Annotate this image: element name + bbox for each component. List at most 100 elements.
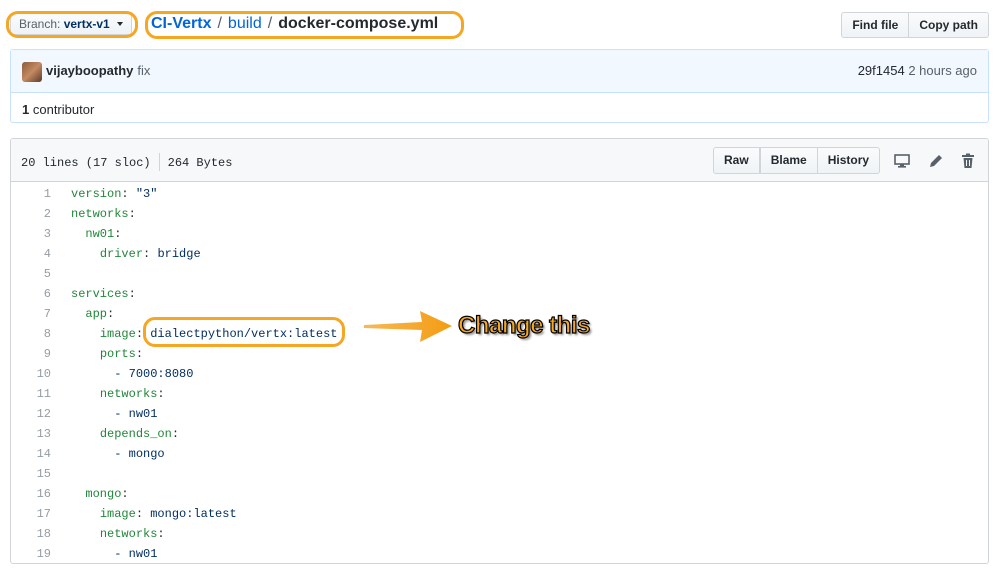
line-content: depends_on: <box>71 424 179 444</box>
copy-path-button[interactable]: Copy path <box>908 12 989 38</box>
pencil-icon[interactable] <box>927 152 945 170</box>
breadcrumb-folder-link[interactable]: build <box>228 15 262 32</box>
yaml-value: - mongo <box>114 447 165 461</box>
branch-name: vertx-v1 <box>63 17 110 31</box>
branch-label: Branch: <box>19 17 61 31</box>
line-number[interactable]: 16 <box>11 484 51 504</box>
line-number[interactable]: 12 <box>11 404 51 424</box>
line-number[interactable]: 19 <box>11 544 51 563</box>
find-file-button[interactable]: Find file <box>841 12 910 38</box>
line-number[interactable]: 11 <box>11 384 51 404</box>
commit-message-link[interactable]: fix <box>137 63 150 78</box>
commit-author-link[interactable]: vijayboopathy <box>46 63 133 78</box>
code-line: 9 ports: <box>11 344 988 364</box>
line-number[interactable]: 9 <box>11 344 51 364</box>
yaml-key: nw01 <box>85 227 115 241</box>
commit-sha-link[interactable]: 29f1454 <box>858 63 905 78</box>
yaml-key: driver <box>99 247 144 261</box>
line-content: version: "3" <box>71 184 157 204</box>
code-line: 2 networks: <box>11 204 988 224</box>
file-viewer: 20 lines (17 sloc) 264 Bytes Raw Blame Hi… <box>10 138 989 564</box>
line-content: app: <box>71 304 114 324</box>
blame-button[interactable]: Blame <box>759 147 818 174</box>
file-line-count: 20 lines (17 sloc) <box>21 156 151 170</box>
file-size: 264 Bytes <box>167 156 233 170</box>
desktop-icon[interactable] <box>893 152 911 170</box>
line-number[interactable]: 1 <box>11 184 51 204</box>
line-number[interactable]: 3 <box>11 224 51 244</box>
line-content: networks: <box>71 204 136 224</box>
code-line: 11 networks: <box>11 384 988 404</box>
yaml-key: image <box>99 327 136 341</box>
line-content: image: mongo:latest <box>71 504 237 524</box>
file-view-buttons: Raw Blame History <box>713 147 881 174</box>
latest-commit-row: vijayboopathy fix 29f1454 2 hours ago <box>11 50 988 93</box>
yaml-separator: : <box>157 387 165 401</box>
code-line: 6 services: <box>11 284 988 304</box>
yaml-separator: : <box>114 227 122 241</box>
code-line: 17 image: mongo:latest <box>11 504 988 524</box>
code-line: 3 nw01: <box>11 224 988 244</box>
yaml-key: mongo <box>85 487 122 501</box>
annotation-arrow-icon <box>364 311 452 342</box>
yaml-key: app <box>85 307 108 321</box>
branch-selector-button[interactable]: Branch: vertx-v1 <box>10 13 133 35</box>
line-number[interactable]: 2 <box>11 204 51 224</box>
yaml-key: depends_on <box>99 427 172 441</box>
yaml-separator: : <box>171 427 180 441</box>
breadcrumb: CI-Vertx / build / docker-compose.yml <box>151 13 438 35</box>
line-number[interactable]: 18 <box>11 524 51 544</box>
line-content: - 7000:8080 <box>71 364 193 384</box>
commit-tease: vijayboopathy fix 29f1454 2 hours ago 1 c… <box>10 49 989 123</box>
yaml-separator: : <box>135 507 151 521</box>
contributors-label: contributor <box>32 102 95 117</box>
code-line: 14 - mongo <box>11 444 988 464</box>
code-line: 16 mongo: <box>11 484 988 504</box>
yaml-separator: : <box>107 307 115 321</box>
code-line: 15 <box>11 464 988 484</box>
divider <box>158 153 160 171</box>
breadcrumb-separator: / <box>267 15 273 32</box>
line-number[interactable]: 10 <box>11 364 51 384</box>
yaml-value: - nw01 <box>114 407 158 421</box>
yaml-key: networks <box>99 387 158 401</box>
line-number[interactable]: 13 <box>11 424 51 444</box>
line-number[interactable]: 15 <box>11 464 51 484</box>
line-content: - nw01 <box>71 404 157 424</box>
line-number[interactable]: 7 <box>11 304 51 324</box>
trash-icon[interactable] <box>959 152 977 170</box>
line-number[interactable]: 4 <box>11 244 51 264</box>
yaml-key: networks <box>99 527 158 541</box>
yaml-key: networks <box>71 207 129 221</box>
breadcrumb-repo-link[interactable]: CI-Vertx <box>151 15 211 32</box>
avatar[interactable] <box>22 62 42 82</box>
contributors-summary[interactable]: 1 contributor <box>11 93 988 126</box>
history-button[interactable]: History <box>816 147 881 174</box>
line-content: networks: <box>71 384 165 404</box>
yaml-separator: : <box>128 287 136 301</box>
line-content: image: dialectpython/vertx:latest <box>71 324 338 344</box>
raw-button[interactable]: Raw <box>713 147 760 174</box>
line-number[interactable]: 17 <box>11 504 51 524</box>
annotation-callout-text: Change this <box>457 311 591 339</box>
line-number[interactable]: 6 <box>11 284 51 304</box>
yaml-key: image <box>99 507 136 521</box>
breadcrumb-separator: / <box>217 15 222 32</box>
code-line: 5 <box>11 264 988 284</box>
line-content: mongo: <box>71 484 128 504</box>
line-number[interactable]: 8 <box>11 324 51 344</box>
line-content: networks: <box>71 524 165 544</box>
yaml-value: - nw01 <box>114 547 158 561</box>
yaml-separator: : <box>135 347 144 361</box>
line-number[interactable]: 5 <box>11 264 51 284</box>
line-number[interactable]: 14 <box>11 444 51 464</box>
